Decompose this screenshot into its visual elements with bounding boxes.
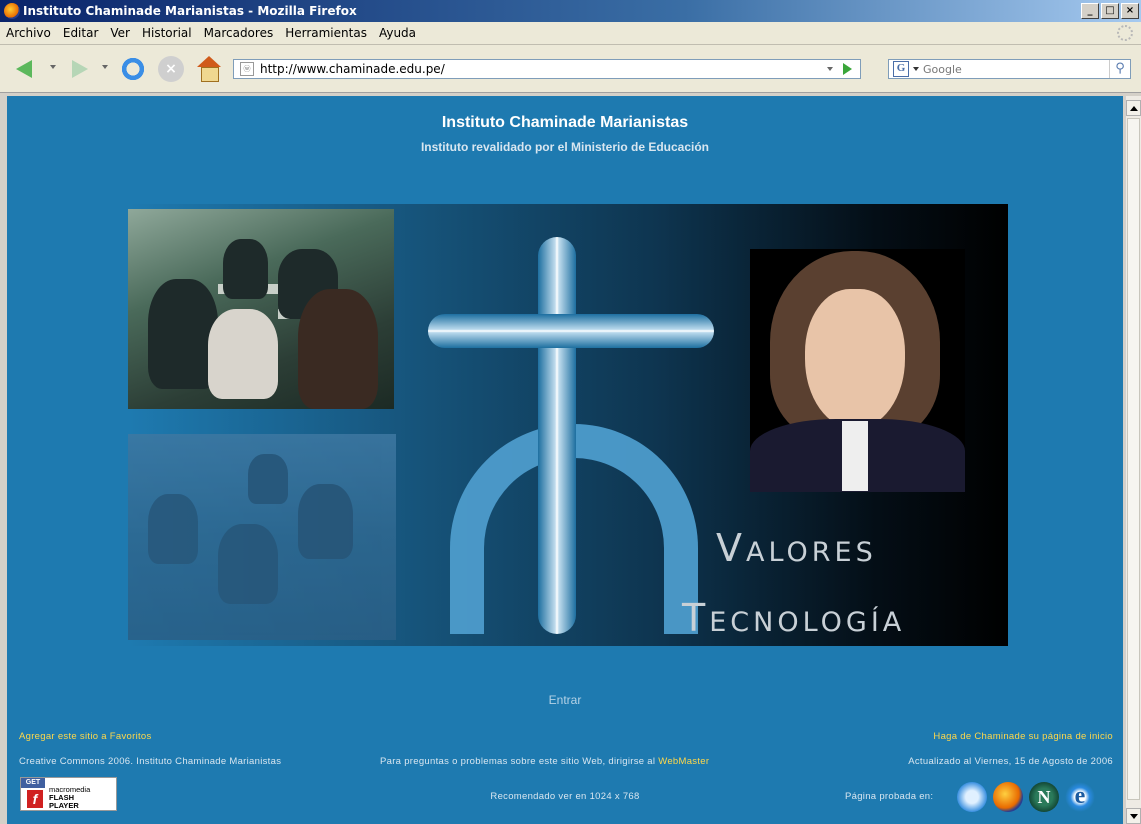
throbber-icon [1117, 25, 1133, 41]
url-text[interactable]: http://www.chaminade.edu.pe/ [260, 62, 827, 76]
url-history-dropdown[interactable] [827, 67, 833, 71]
marianist-cross-vertical [538, 237, 576, 634]
menu-ver[interactable]: Ver [104, 26, 136, 40]
tested-in-label: Página probada en: [845, 791, 934, 802]
maximize-button[interactable]: □ [1101, 3, 1119, 19]
flash-get-label: GET [21, 778, 45, 788]
minimize-button[interactable]: _ [1081, 3, 1099, 19]
make-homepage-link[interactable]: Haga de Chaminade su página de inicio [933, 731, 1113, 742]
search-engine-dropdown[interactable] [913, 67, 919, 71]
window-titlebar: Instituto Chaminade Marianistas - Mozill… [0, 0, 1141, 22]
menu-historial[interactable]: Historial [136, 26, 198, 40]
marianist-cross-horizontal [428, 314, 714, 348]
search-input[interactable]: Google [923, 63, 1109, 76]
vertical-scrollbar[interactable] [1125, 96, 1141, 824]
firefox-icon [993, 782, 1023, 812]
menu-herramientas[interactable]: Herramientas [279, 26, 373, 40]
flash-badge-text: macromedia FLASH PLAYER [49, 785, 91, 810]
forward-history-dropdown[interactable] [102, 65, 108, 69]
classroom-photo-faded [128, 434, 396, 640]
site-favicon-icon: ⓦ [240, 62, 254, 76]
page-content: Instituto Chaminade Marianistas Institut… [7, 96, 1123, 824]
contact-prefix: Para preguntas o problemas sobre este si… [380, 756, 659, 767]
menu-bar: Archivo Editar Ver Historial Marcadores … [0, 22, 1141, 45]
window-controls: _ □ × [1081, 3, 1139, 19]
flash-logo-icon: f [27, 790, 43, 808]
get-flash-player-badge[interactable]: GET f macromedia FLASH PLAYER [20, 777, 117, 811]
search-box[interactable]: G Google ⚲ [888, 59, 1131, 79]
menu-marcadores[interactable]: Marcadores [198, 26, 280, 40]
back-history-dropdown[interactable] [50, 65, 56, 69]
menu-archivo[interactable]: Archivo [0, 26, 57, 40]
scroll-down-arrow-icon[interactable] [1126, 808, 1141, 824]
menu-ayuda[interactable]: Ayuda [373, 26, 422, 40]
firefox-icon [4, 3, 20, 19]
stop-icon[interactable]: × [158, 56, 184, 82]
contact-text: Para preguntas o problemas sobre este si… [380, 756, 709, 767]
add-favorites-link[interactable]: Agregar este sitio a Favoritos [19, 731, 152, 742]
go-arrow-icon[interactable] [843, 63, 852, 75]
banner-word-tecnologia: Tecnología [682, 596, 906, 640]
close-button[interactable]: × [1121, 3, 1139, 19]
scroll-thumb[interactable] [1127, 118, 1140, 800]
internet-explorer-icon: e [1065, 782, 1095, 812]
navigation-toolbar: × ⓦ http://www.chaminade.edu.pe/ G Googl… [0, 45, 1141, 93]
tested-browsers: N e [957, 782, 1095, 812]
page-subtitle: Instituto revalidado por el Ministerio d… [420, 140, 710, 154]
webmaster-link[interactable]: WebMaster [658, 756, 709, 767]
resolution-note: Recomendado ver en 1024 x 768 [490, 791, 640, 802]
page-title: Instituto Chaminade Marianistas [441, 114, 689, 131]
enter-link[interactable]: Entrar [7, 693, 1123, 707]
back-arrow-icon[interactable] [14, 56, 40, 82]
banner-word-valores: Valores [716, 526, 877, 570]
classroom-photo [128, 209, 394, 409]
reload-icon[interactable] [120, 56, 146, 82]
scroll-up-arrow-icon[interactable] [1126, 100, 1141, 116]
google-engine-icon[interactable]: G [893, 61, 909, 77]
url-bar[interactable]: ⓦ http://www.chaminade.edu.pe/ [233, 59, 861, 79]
search-icon[interactable]: ⚲ [1109, 60, 1130, 78]
window-title: Instituto Chaminade Marianistas - Mozill… [23, 4, 357, 18]
netscape-icon: N [1029, 782, 1059, 812]
menu-editar[interactable]: Editar [57, 26, 105, 40]
copyright-text: Creative Commons 2006. Instituto Chamina… [19, 756, 282, 767]
forward-arrow-icon[interactable] [66, 56, 92, 82]
home-icon[interactable] [196, 56, 222, 82]
updated-date: Actualizado al Viernes, 15 de Agosto de … [908, 756, 1113, 767]
intro-banner: Valores Tecnología [128, 204, 1008, 646]
founder-portrait [750, 249, 965, 492]
safari-icon [957, 782, 987, 812]
